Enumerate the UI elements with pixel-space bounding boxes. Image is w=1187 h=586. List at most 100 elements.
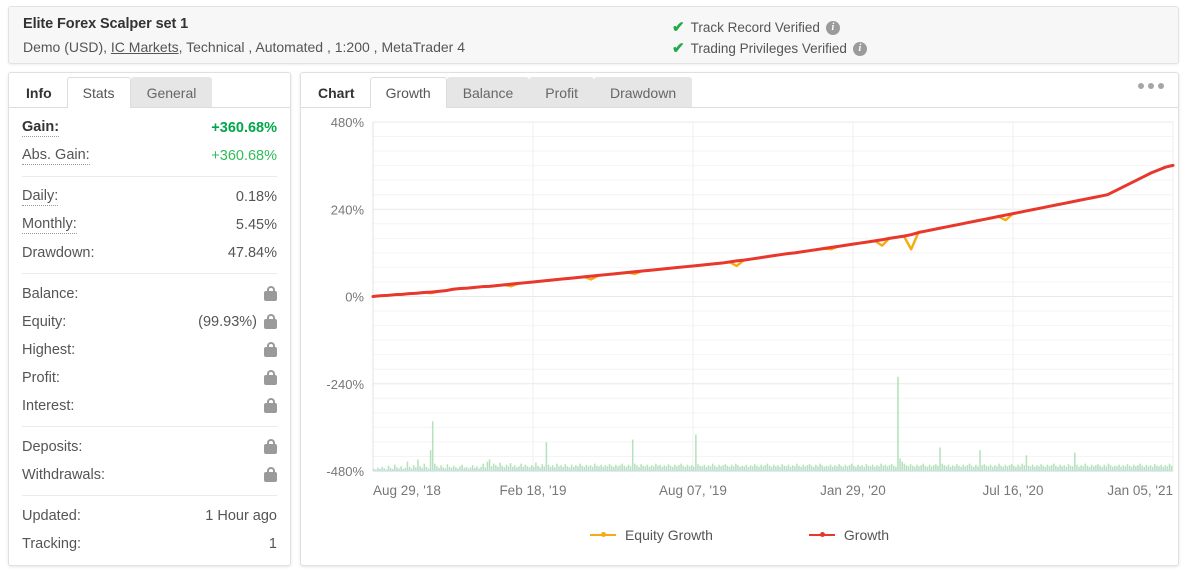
stat-value-equity-text: (99.93%) — [198, 314, 257, 330]
stats-group-account: Balance: Equity: (99.93%) Highest: Profi… — [22, 274, 277, 427]
growth-chart-svg: 480% 240% 0% -240% -480% Aug 29, '18 Feb 18, '… — [326, 115, 1175, 498]
account-details-tail: , Technical , Automated , 1:200 , MetaTr… — [178, 39, 465, 55]
stat-row-updated: Updated: 1 Hour ago — [22, 502, 277, 530]
svg-text:Jan 29, '20: Jan 29, '20 — [820, 483, 886, 498]
svg-text:Aug 07, '19: Aug 07, '19 — [659, 483, 727, 498]
tab-general[interactable]: General — [130, 77, 213, 107]
stat-label-balance: Balance: — [22, 286, 79, 302]
lock-icon — [264, 370, 277, 386]
sidebar-panel-label: Info — [26, 85, 52, 101]
stat-label-drawdown: Drawdown: — [22, 245, 95, 261]
stat-row-gain: Gain: +360.68% — [22, 114, 277, 142]
stat-label-abs-gain[interactable]: Abs. Gain: — [22, 147, 90, 165]
stat-row-balance: Balance: — [22, 280, 277, 308]
stats-list: Gain: +360.68% Abs. Gain: +360.68% Daily… — [9, 108, 290, 564]
lock-icon — [264, 398, 277, 414]
broker-link[interactable]: IC Markets — [111, 39, 179, 55]
legend-label-equity-growth: Equity Growth — [624, 527, 713, 543]
stat-value-updated: 1 Hour ago — [205, 508, 277, 524]
stat-label-updated: Updated: — [22, 508, 81, 524]
lock-icon — [264, 314, 277, 330]
stat-value-abs-gain: +360.68% — [211, 148, 277, 164]
stat-value-balance — [257, 286, 277, 302]
chart-panel: Chart Growth Balance Profit Drawdown 480… — [300, 72, 1179, 566]
stat-value-daily: 0.18% — [235, 189, 277, 205]
verification-badges: ✔ Track Record Verified i ✔ Trading Priv… — [672, 17, 932, 59]
stat-value-equity: (99.93%) — [198, 314, 277, 330]
legend-label-growth: Growth — [843, 527, 890, 543]
legend-item-equity-growth[interactable]: Equity Growth — [589, 527, 713, 543]
stat-label-interest: Interest: — [22, 398, 75, 414]
svg-text:-240%: -240% — [326, 377, 364, 392]
stat-value-highest — [257, 342, 277, 358]
legend-swatch-growth — [808, 532, 835, 537]
stats-group-meta: Updated: 1 Hour ago Tracking: 1 — [22, 496, 277, 564]
stat-value-withdrawals — [257, 467, 277, 483]
stat-row-withdrawals: Withdrawals: — [22, 461, 277, 489]
tab-stats[interactable]: Stats — [66, 77, 131, 108]
stat-value-drawdown: 47.84% — [227, 245, 277, 261]
stat-label-equity: Equity: — [22, 314, 67, 330]
stats-group-performance: Daily: 0.18% Monthly: 5.45% Drawdown: 47… — [22, 177, 277, 274]
svg-text:Jul 16, '20: Jul 16, '20 — [982, 483, 1043, 498]
lock-icon — [264, 342, 277, 358]
stat-row-drawdown: Drawdown: 47.84% — [22, 239, 277, 267]
account-header: Elite Forex Scalper set 1 Demo (USD), IC… — [8, 6, 1179, 64]
profile-page: Elite Forex Scalper set 1 Demo (USD), IC… — [0, 0, 1187, 586]
svg-text:240%: 240% — [331, 202, 365, 217]
svg-text:-480%: -480% — [326, 464, 364, 479]
stat-label-tracking: Tracking: — [22, 536, 82, 552]
page-title: Elite Forex Scalper set 1 — [23, 16, 189, 32]
track-record-verified-label: Track Record Verified — [690, 20, 820, 35]
info-icon[interactable]: i — [825, 20, 840, 35]
stat-value-monthly: 5.45% — [235, 217, 277, 233]
stats-sidebar: Info Stats General Gain: +360.68% Abs. G… — [8, 72, 291, 566]
growth-chart: 480% 240% 0% -240% -480% Aug 29, '18 Feb 18, '… — [301, 108, 1178, 565]
trading-privileges-verified-label: Trading Privileges Verified — [690, 41, 847, 56]
lock-icon — [264, 439, 277, 455]
account-type: Demo (USD), — [23, 39, 108, 55]
stat-row-profit: Profit: — [22, 364, 277, 392]
stat-row-deposits: Deposits: — [22, 433, 277, 461]
stat-label-highest: Highest: — [22, 342, 76, 358]
lock-icon — [264, 467, 277, 483]
chart-legend: Equity Growth Growth — [301, 527, 1178, 543]
stat-label-deposits: Deposits: — [22, 439, 83, 455]
tab-profit[interactable]: Profit — [529, 77, 594, 107]
legend-swatch-equity-growth — [589, 532, 616, 537]
chart-tabbar: Chart Growth Balance Profit Drawdown — [301, 73, 1178, 108]
stats-group-gain: Gain: +360.68% Abs. Gain: +360.68% — [22, 108, 277, 177]
kebab-menu-icon[interactable] — [1138, 83, 1164, 89]
stat-label-monthly[interactable]: Monthly: — [22, 216, 77, 234]
stat-row-abs-gain: Abs. Gain: +360.68% — [22, 142, 277, 170]
stat-label-profit: Profit: — [22, 370, 60, 386]
sidebar-tabbar: Info Stats General — [9, 73, 290, 108]
stat-row-highest: Highest: — [22, 336, 277, 364]
tab-drawdown[interactable]: Drawdown — [593, 77, 693, 107]
stat-value-tracking: 1 — [268, 536, 277, 552]
svg-text:Aug 29, '18: Aug 29, '18 — [373, 483, 441, 498]
svg-text:480%: 480% — [331, 115, 365, 130]
stat-value-profit — [257, 370, 277, 386]
stat-row-interest: Interest: — [22, 392, 277, 420]
info-icon[interactable]: i — [852, 41, 867, 56]
status-badge: ✔ Trading Privileges Verified i — [672, 38, 932, 59]
stat-row-daily: Daily: 0.18% — [22, 183, 277, 211]
stat-value-gain: +360.68% — [211, 120, 277, 136]
chart-panel-label: Chart — [318, 85, 355, 101]
main-content: Info Stats General Gain: +360.68% Abs. G… — [8, 72, 1179, 572]
svg-text:Jan 05, '21: Jan 05, '21 — [1107, 483, 1173, 498]
tab-balance[interactable]: Balance — [446, 77, 530, 107]
stat-row-tracking: Tracking: 1 — [22, 530, 277, 558]
stat-label-withdrawals: Withdrawals: — [22, 467, 105, 483]
stat-label-daily[interactable]: Daily: — [22, 188, 59, 206]
stat-label-gain[interactable]: Gain: — [22, 119, 60, 137]
legend-item-growth[interactable]: Growth — [808, 527, 890, 543]
stat-row-monthly: Monthly: 5.45% — [22, 211, 277, 239]
stat-value-deposits — [257, 439, 277, 455]
stat-row-equity: Equity: (99.93%) — [22, 308, 277, 336]
tab-growth[interactable]: Growth — [369, 77, 447, 108]
svg-text:Feb 18, '19: Feb 18, '19 — [499, 483, 566, 498]
svg-text:0%: 0% — [345, 290, 364, 305]
check-icon: ✔ — [672, 19, 685, 36]
